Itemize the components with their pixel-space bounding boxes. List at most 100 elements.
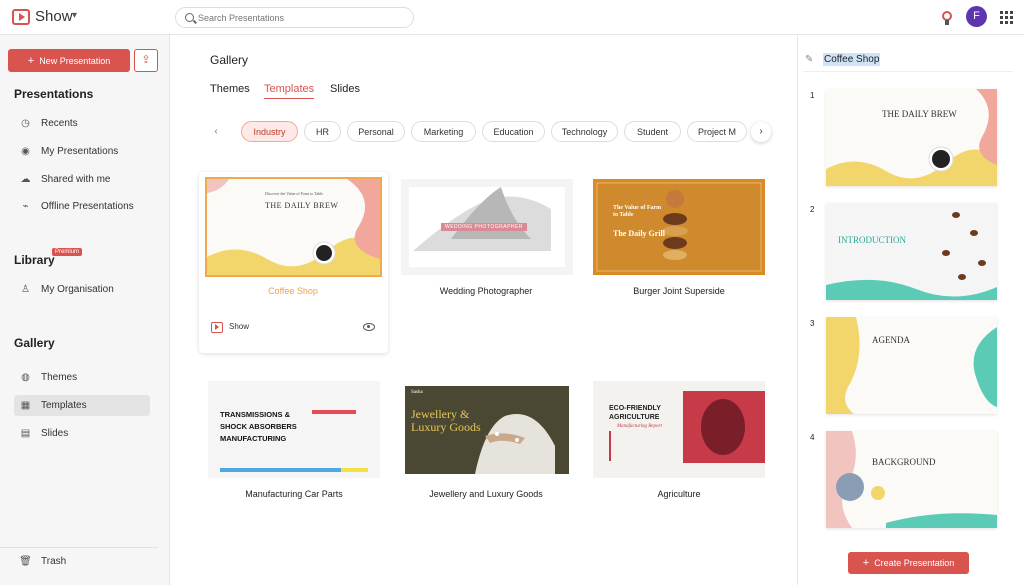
tab-themes[interactable]: Themes: [210, 83, 250, 95]
create-presentation-label: Create Presentation: [874, 558, 955, 568]
sidebar-item-themes[interactable]: ◍ Themes: [14, 367, 150, 388]
template-thumb-wedding[interactable]: WEDDING PHOTOGRAPHER: [401, 179, 573, 275]
slide-number: 4: [810, 433, 815, 442]
slide-art: [826, 317, 997, 414]
thumb-title: WEDDING PHOTOGRAPHER: [441, 223, 527, 231]
templates-icon: ▦: [20, 400, 31, 411]
template-thumb-jewellery[interactable]: Sasha Jewellery & Luxury Goods: [405, 386, 569, 474]
template-thumb-coffee-shop[interactable]: Discover the Value of Farm to Table THE …: [205, 177, 382, 277]
thumb-title: ECO-FRIENDLY AGRICULTURE: [609, 405, 661, 421]
sidebar-item-label: Recents: [41, 118, 78, 129]
template-thumb-burger[interactable]: The Value of Farm to Table The Daily Gri…: [593, 179, 765, 275]
template-thumb-agriculture[interactable]: ECO-FRIENDLY AGRICULTURE Manufacturing R…: [593, 381, 765, 478]
slide-art: [826, 89, 997, 186]
category-student[interactable]: Student: [624, 121, 681, 142]
preview-eye-icon[interactable]: [363, 323, 375, 331]
announcement-icon[interactable]: [940, 9, 954, 25]
template-name-manufacturing[interactable]: Manufacturing Car Parts: [199, 489, 389, 499]
search-icon: [185, 13, 194, 22]
chevron-right-icon[interactable]: ›: [751, 122, 771, 142]
page-title: Gallery: [210, 53, 249, 67]
sidebar-item-my-presentations[interactable]: ◉ My Presentations: [14, 141, 150, 162]
slide-thumb-1[interactable]: THE DAILY BREW: [826, 89, 997, 186]
new-presentation-button[interactable]: + New Presentation: [8, 49, 130, 72]
template-name-agriculture[interactable]: Agriculture: [584, 489, 774, 499]
category-marketing[interactable]: Marketing: [411, 121, 476, 142]
category-hr[interactable]: HR: [304, 121, 341, 142]
category-personal[interactable]: Personal: [347, 121, 405, 142]
new-presentation-label: New Presentation: [39, 55, 111, 66]
gallery-main: Gallery Themes Templates Slides ‹ Indust…: [171, 35, 796, 585]
plus-icon: +: [27, 54, 35, 67]
template-name-burger[interactable]: Burger Joint Superside: [584, 286, 774, 296]
tab-slides[interactable]: Slides: [330, 83, 360, 95]
thumb-subtitle: Manufacturing Report: [617, 424, 662, 429]
divider: [803, 71, 1013, 72]
search-input[interactable]: [198, 10, 398, 25]
category-education[interactable]: Education: [482, 121, 545, 142]
thumb-title: Jewellery & Luxury Goods: [411, 407, 481, 434]
thumb-title: The Daily Grill: [613, 229, 665, 238]
template-name-wedding[interactable]: Wedding Photographer: [391, 286, 581, 296]
slide-title: AGENDA: [872, 335, 910, 345]
chevron-left-icon[interactable]: ‹: [206, 122, 226, 142]
avatar[interactable]: F: [966, 6, 987, 27]
show-logo-icon[interactable]: [211, 322, 223, 333]
tab-templates[interactable]: Templates: [264, 83, 315, 99]
organisation-icon: ♙: [21, 284, 30, 295]
thumb-art: [596, 182, 762, 272]
top-bar: Show ▾ F: [0, 0, 1024, 35]
show-logo-icon[interactable]: [12, 9, 30, 25]
slide-thumb-4[interactable]: BACKGROUND: [826, 431, 997, 528]
sidebar-item-label: Slides: [41, 428, 69, 439]
user-icon: ◉: [21, 146, 30, 157]
slide-title: BACKGROUND: [872, 457, 936, 467]
sidebar: + New Presentation ⇪ Presentations ◷ Rece…: [0, 35, 170, 585]
upload-button[interactable]: ⇪: [134, 49, 158, 72]
sidebar-item-trash[interactable]: 🗑 Trash: [14, 551, 150, 572]
preview-panel: ✎ Coffee Shop 1 THE DAILY BREW 2 INTRODU…: [797, 35, 1024, 585]
slide-art: [826, 431, 997, 528]
divider: [0, 547, 158, 548]
upload-icon: ⇪: [141, 54, 151, 66]
sidebar-item-label: Trash: [41, 556, 67, 567]
apps-grid-icon[interactable]: [1000, 11, 1013, 24]
search-box[interactable]: [175, 7, 414, 28]
category-project[interactable]: Project M: [687, 121, 747, 142]
sidebar-item-label: My Presentations: [41, 146, 119, 157]
slide-number: 1: [810, 91, 815, 100]
sidebar-item-label: Shared with me: [41, 174, 111, 185]
sidebar-item-shared[interactable]: ☁ Shared with me: [14, 169, 150, 190]
sidebar-item-offline[interactable]: ⌁ Offline Presentations: [14, 196, 150, 217]
category-industry[interactable]: Industry: [241, 121, 298, 142]
trash-icon: 🗑: [19, 556, 32, 567]
thumb-subtitle: Discover the Value of Farm to Table: [265, 191, 324, 196]
sidebar-item-recents[interactable]: ◷ Recents: [14, 113, 150, 134]
sidebar-item-label: Templates: [41, 400, 87, 411]
slide-thumb-2[interactable]: INTRODUCTION: [826, 203, 997, 300]
show-link[interactable]: Show: [229, 322, 249, 331]
app-name[interactable]: Show: [35, 8, 73, 25]
presentation-title[interactable]: Coffee Shop: [823, 53, 881, 66]
chevron-down-icon[interactable]: ▾: [72, 10, 77, 21]
template-thumb-manufacturing[interactable]: TRANSMISSIONS & SHOCK ABSORBERS MANUFACT…: [208, 381, 380, 478]
slide-thumb-3[interactable]: AGENDA: [826, 317, 997, 414]
clock-icon: ◷: [21, 118, 30, 129]
template-name-coffee-shop[interactable]: Coffee Shop: [198, 286, 388, 296]
category-technology[interactable]: Technology: [551, 121, 618, 142]
template-name-jewellery[interactable]: Jewellery and Luxury Goods: [391, 489, 581, 499]
pencil-icon[interactable]: ✎: [805, 54, 813, 65]
presentations-header: Presentations: [14, 87, 94, 101]
thumb-title: THE DAILY BREW: [265, 201, 339, 210]
sidebar-item-label: My Organisation: [41, 284, 114, 295]
slides-icon: ▤: [20, 428, 31, 439]
sidebar-item-templates[interactable]: ▦ Templates: [14, 395, 150, 416]
gallery-header: Gallery: [14, 336, 55, 350]
sidebar-item-slides[interactable]: ▤ Slides: [14, 423, 150, 444]
create-presentation-button[interactable]: + Create Presentation: [848, 552, 969, 574]
slide-title: THE DAILY BREW: [882, 109, 957, 119]
slide-title: INTRODUCTION: [838, 235, 906, 245]
sidebar-item-label: Offline Presentations: [41, 201, 134, 212]
sidebar-item-organisation[interactable]: ♙ My Organisation: [14, 279, 150, 300]
thumb-subtitle: The Value of Farm to Table: [613, 205, 662, 218]
